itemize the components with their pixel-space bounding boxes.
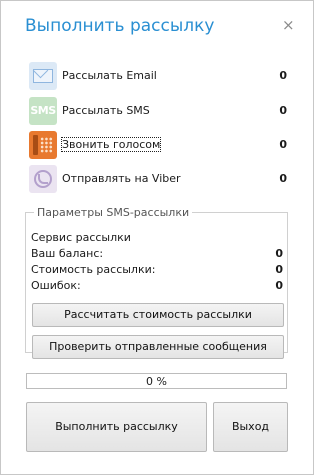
channel-label-sms: Рассылать SMS (62, 104, 150, 117)
progress-bar: 0 % (26, 373, 287, 389)
channel-label-viber: Отправлять на Viber (62, 172, 181, 185)
sms-icon: SMS (29, 97, 57, 125)
close-icon[interactable]: × (282, 17, 295, 33)
channel-count-voice: 0 (279, 138, 287, 151)
phone-icon (29, 131, 57, 159)
balance-value: 0 (275, 247, 283, 260)
cost-label: Стоимость рассылки: (31, 263, 156, 276)
channel-count-sms: 0 (279, 104, 287, 117)
viber-icon (29, 165, 57, 193)
service-label: Сервис рассылки (31, 231, 131, 244)
progress-text: 0 % (146, 375, 167, 388)
channel-count-email: 0 (279, 69, 287, 82)
exit-button[interactable]: Выход (213, 402, 288, 452)
channel-label-voice: Звонить голосом (60, 137, 162, 152)
balance-label: Ваш баланс: (31, 247, 104, 260)
channel-label-email: Рассылать Email (62, 69, 157, 82)
channel-row-viber[interactable]: Отправлять на Viber 0 (29, 165, 287, 193)
cost-value: 0 (275, 263, 283, 276)
dialog-window: Выполнить рассылку × Рассылать Email 0 S… (0, 0, 314, 475)
email-icon (29, 62, 57, 90)
channel-row-email[interactable]: Рассылать Email 0 (29, 62, 287, 90)
sms-params-legend: Параметры SMS-рассылки (37, 206, 190, 219)
channel-row-voice[interactable]: Звонить голосом 0 (29, 131, 287, 159)
errors-value: 0 (275, 279, 283, 292)
run-mailing-button[interactable]: Выполнить рассылку (26, 402, 207, 452)
calculate-cost-button[interactable]: Рассчитать стоимость рассылки (32, 303, 284, 327)
dialog-title: Выполнить рассылку (25, 16, 215, 36)
channel-row-sms[interactable]: SMS Рассылать SMS 0 (29, 97, 287, 125)
errors-label: Ошибок: (31, 279, 81, 292)
check-sent-button[interactable]: Проверить отправленные сообщения (32, 335, 284, 359)
channel-count-viber: 0 (279, 172, 287, 185)
